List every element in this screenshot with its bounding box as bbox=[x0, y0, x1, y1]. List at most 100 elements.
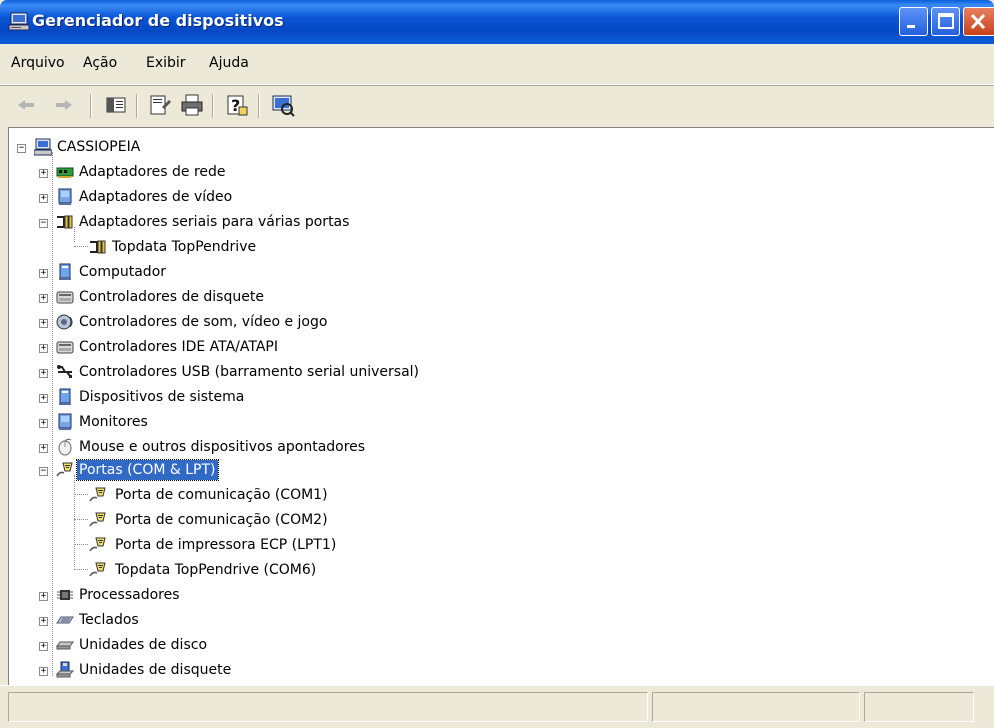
tree-item-label: Controladores USB (barramento serial uni… bbox=[79, 364, 420, 380]
tree-guide-line bbox=[74, 544, 88, 545]
back-icon[interactable] bbox=[14, 93, 38, 117]
floppy-controller-icon bbox=[56, 291, 74, 304]
title-bar[interactable]: Gerenciador de dispositivos bbox=[0, 0, 994, 44]
tree-guide-line bbox=[74, 519, 88, 520]
tree-item-label: Porta de comunicação (COM1) bbox=[115, 487, 328, 503]
tree-item-label: Processadores bbox=[79, 587, 180, 603]
maximize-icon bbox=[938, 13, 954, 29]
disk-drive-icon bbox=[56, 641, 74, 650]
multiport-serial-icon bbox=[90, 240, 106, 254]
help-icon[interactable]: ? bbox=[225, 93, 249, 117]
menu-ajuda[interactable]: Ajuda bbox=[209, 55, 249, 71]
menu-exibir[interactable]: Exibir bbox=[146, 55, 186, 71]
collapse-toggle[interactable]: − bbox=[17, 144, 26, 153]
tree-guide-line bbox=[74, 246, 88, 247]
collapse-toggle[interactable]: − bbox=[39, 467, 48, 476]
tree-item-label: Monitores bbox=[79, 414, 148, 430]
expand-toggle[interactable]: + bbox=[39, 419, 48, 428]
tree-item-label: Porta de impressora ECP (LPT1) bbox=[115, 537, 337, 553]
toolbar-separator bbox=[212, 94, 214, 118]
keyboard-icon bbox=[56, 616, 74, 624]
expand-toggle[interactable]: + bbox=[39, 319, 48, 328]
port-icon bbox=[89, 487, 106, 502]
expand-toggle[interactable]: + bbox=[39, 617, 48, 626]
menu-acao[interactable]: Ação bbox=[83, 55, 117, 71]
forward-icon[interactable] bbox=[52, 93, 76, 117]
scan-hardware-icon[interactable] bbox=[271, 93, 295, 117]
tree-item-label: Topdata TopPendrive (COM6) bbox=[115, 562, 317, 578]
tree-item-label: Topdata TopPendrive bbox=[112, 239, 257, 255]
tree-item-label: Computador bbox=[79, 264, 167, 280]
computer-icon bbox=[34, 138, 52, 156]
expand-toggle[interactable]: + bbox=[39, 394, 48, 403]
toolbar-separator bbox=[258, 94, 260, 118]
port-icon bbox=[89, 562, 106, 577]
expand-toggle[interactable]: + bbox=[39, 269, 48, 278]
tree-item-label-selected: Portas (COM & LPT) bbox=[76, 459, 219, 481]
network-adapter-icon bbox=[56, 167, 74, 178]
tree-item-label: Unidades de disquete bbox=[79, 662, 232, 678]
tree-guide-line bbox=[74, 227, 75, 242]
maximize-button[interactable] bbox=[931, 7, 960, 36]
close-icon bbox=[970, 13, 986, 30]
expand-toggle[interactable]: + bbox=[39, 667, 48, 676]
port-icon bbox=[89, 537, 106, 552]
usb-icon bbox=[57, 365, 72, 378]
port-icon bbox=[56, 462, 73, 477]
sound-icon bbox=[56, 314, 73, 330]
menu-arquivo[interactable]: Arquivo bbox=[11, 55, 65, 71]
toolbar-separator bbox=[90, 94, 92, 118]
status-panel-secondary bbox=[652, 692, 860, 722]
processor-icon bbox=[57, 590, 73, 600]
tree-item-label: Porta de comunicação (COM2) bbox=[115, 512, 328, 528]
device-tree[interactable]: − CASSIOPEIA + Adaptadores de rede + Ada… bbox=[8, 127, 994, 685]
tree-item-label: Controladores IDE ATA/ATAPI bbox=[79, 339, 279, 355]
tree-guide-line bbox=[52, 152, 53, 676]
status-bar bbox=[0, 685, 994, 728]
expand-toggle[interactable]: + bbox=[39, 169, 48, 178]
toolbar-separator bbox=[136, 94, 138, 118]
expand-toggle[interactable]: + bbox=[39, 194, 48, 203]
toolbar: ? bbox=[0, 85, 994, 126]
tree-item-label: Adaptadores de vídeo bbox=[79, 189, 233, 205]
expand-toggle[interactable]: + bbox=[39, 444, 48, 453]
expand-toggle[interactable]: + bbox=[39, 642, 48, 651]
window-title: Gerenciador de dispositivos bbox=[32, 11, 284, 30]
tree-item-label: Adaptadores de rede bbox=[79, 164, 226, 180]
tree-item-label: Controladores de som, vídeo e jogo bbox=[79, 314, 328, 330]
tree-item-label: Mouse e outros dispositivos apontadores bbox=[79, 439, 366, 455]
expand-toggle[interactable]: + bbox=[39, 344, 48, 353]
tree-guide-line bbox=[74, 569, 88, 570]
multiport-serial-icon bbox=[57, 215, 73, 229]
tree-guide-line bbox=[74, 494, 88, 495]
tree-item-label: Unidades de disco bbox=[79, 637, 208, 653]
tree-guide-line bbox=[74, 475, 75, 567]
port-icon bbox=[89, 512, 106, 527]
expand-toggle[interactable]: + bbox=[39, 592, 48, 601]
print-icon[interactable] bbox=[180, 93, 204, 117]
collapse-toggle[interactable]: − bbox=[39, 219, 48, 228]
system-device-icon bbox=[59, 388, 71, 405]
monitor-icon bbox=[58, 413, 72, 430]
computer-icon bbox=[59, 263, 71, 280]
tree-item-label: Dispositivos de sistema bbox=[79, 389, 245, 405]
minimize-icon bbox=[907, 25, 915, 28]
menu-bar: Arquivo Ação Exibir Ajuda bbox=[0, 44, 994, 85]
display-adapter-icon bbox=[58, 188, 72, 205]
minimize-button[interactable] bbox=[899, 7, 928, 36]
tree-item-label: Adaptadores seriais para várias portas bbox=[79, 214, 350, 230]
tree-root-label: CASSIOPEIA bbox=[57, 139, 141, 155]
status-panel-main bbox=[8, 692, 648, 722]
floppy-drive-icon bbox=[56, 661, 74, 678]
expand-toggle[interactable]: + bbox=[39, 294, 48, 303]
device-manager-icon bbox=[8, 12, 30, 31]
show-hide-tree-icon[interactable] bbox=[104, 93, 128, 117]
tree-item-label: Controladores de disquete bbox=[79, 289, 264, 305]
tree-item-label: Teclados bbox=[79, 612, 139, 628]
mouse-icon bbox=[58, 438, 72, 456]
status-panel-tertiary bbox=[864, 692, 974, 722]
expand-toggle[interactable]: + bbox=[39, 369, 48, 378]
properties-icon[interactable] bbox=[148, 93, 172, 117]
ide-controller-icon bbox=[56, 341, 74, 354]
close-button[interactable] bbox=[963, 7, 994, 36]
